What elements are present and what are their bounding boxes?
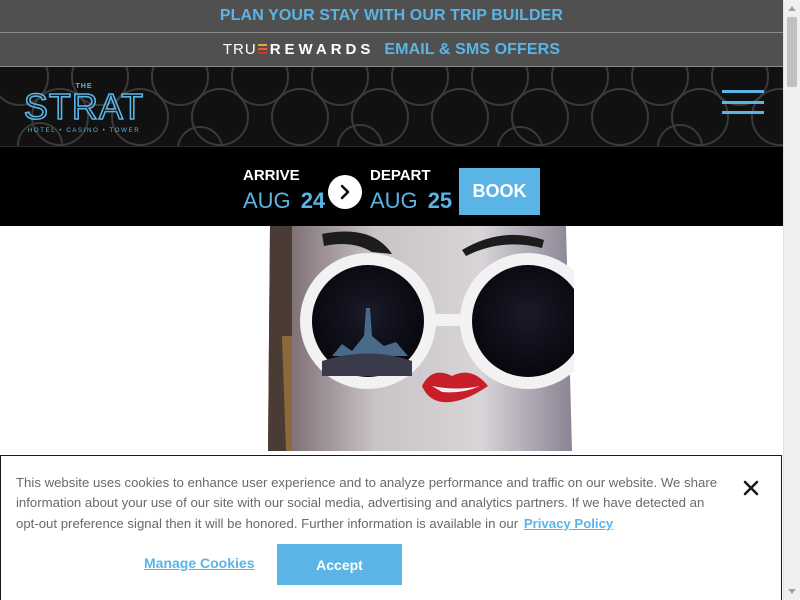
close-icon[interactable] <box>740 477 762 499</box>
true-rewards-word: REWARDS <box>269 41 375 58</box>
chevron-right-icon[interactable] <box>328 175 362 209</box>
book-button[interactable]: BOOK <box>459 168 540 215</box>
logo-sub-text: HOTEL • CASINO • TOWER <box>28 127 141 134</box>
true-rewards-mark-icon <box>257 44 267 55</box>
site-header: THE STRAT HOTEL • CASINO • TOWER <box>0 67 783 147</box>
trip-builder-bar: PLAN YOUR STAY WITH OUR TRIP BUILDER <box>0 0 783 33</box>
scroll-up-icon[interactable] <box>784 0 800 17</box>
arrive-date[interactable]: ARRIVE AUG 24 <box>243 167 325 214</box>
cookie-banner: This website uses cookies to enhance use… <box>0 455 782 600</box>
depart-month: AUG <box>370 188 418 213</box>
manage-cookies-link[interactable]: Manage Cookies <box>144 555 254 571</box>
rewards-bar: TRU REWARDS EMAIL & SMS OFFERS <box>0 33 783 67</box>
arrive-label: ARRIVE <box>243 167 300 184</box>
depart-day: 25 <box>427 188 453 213</box>
page-scrollbar[interactable] <box>783 0 800 600</box>
arrive-day: 24 <box>300 188 326 213</box>
arrive-month: AUG <box>243 188 291 213</box>
hamburger-icon[interactable] <box>722 90 764 114</box>
scroll-down-icon[interactable] <box>784 583 800 600</box>
scrollbar-thumb[interactable] <box>787 17 797 87</box>
hero-image <box>262 226 574 466</box>
strat-logo[interactable]: THE STRAT HOTEL • CASINO • TOWER <box>18 79 150 137</box>
logo-main-text: STRAT <box>24 86 144 127</box>
page: PLAN YOUR STAY WITH OUR TRIP BUILDER TRU… <box>0 0 800 600</box>
true-rewards-prefix: TRU <box>222 41 257 58</box>
booking-bar: ARRIVE AUG 24 DEPART AUG 25 BOOK <box>0 147 783 226</box>
email-sms-offers-link[interactable]: EMAIL & SMS OFFERS <box>384 41 560 59</box>
trip-builder-link[interactable]: PLAN YOUR STAY WITH OUR TRIP BUILDER <box>220 7 563 25</box>
privacy-policy-link[interactable]: Privacy Policy <box>524 516 613 531</box>
page-content: PLAN YOUR STAY WITH OUR TRIP BUILDER TRU… <box>0 0 783 600</box>
true-rewards-logo: TRU REWARDS <box>223 41 375 58</box>
cookie-message: This website uses cookies to enhance use… <box>16 473 726 534</box>
depart-date[interactable]: DEPART AUG 25 <box>370 167 452 214</box>
accept-cookies-button[interactable]: Accept <box>277 544 402 585</box>
depart-label: DEPART <box>370 167 431 184</box>
